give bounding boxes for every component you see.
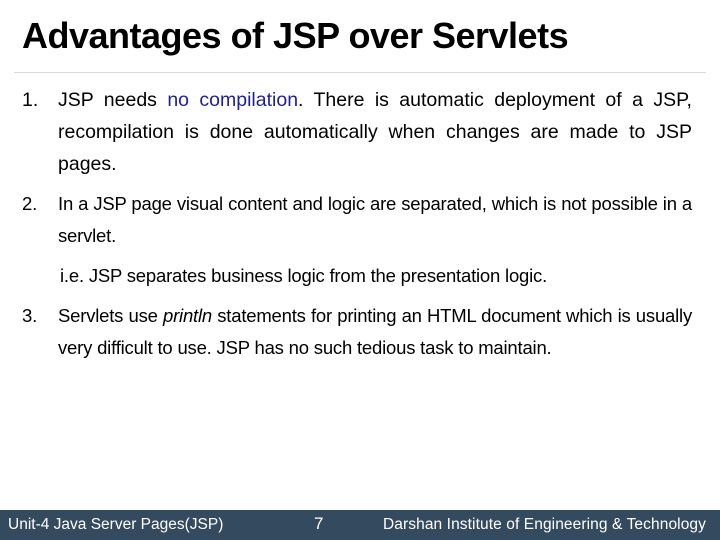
title-divider [14,72,706,73]
slide-content: 1. JSP needs no compilation. There is au… [22,84,692,372]
highlight-text: no compilation [167,89,299,111]
footer-unit-title: Unit-4 Java Server Pages(JSP) [8,516,224,533]
list-item-2: 2. In a JSP page visual content and logi… [22,188,692,252]
code-term: println [162,305,212,326]
item-text-before: JSP needs [58,89,168,111]
footer-institute: Darshan Institute of Engineering & Techn… [382,516,706,533]
list-item-3: 3. Servlets use println statements for p… [22,300,692,364]
list-item-1: 1. JSP needs no compilation. There is au… [22,84,692,180]
item-note: i.e. JSP separates business logic from t… [60,265,548,286]
page-number: 7 [314,514,324,533]
slide-title: Advantages of JSP over Servlets [22,15,569,56]
slide-footer: Unit-4 Java Server Pages(JSP) 7 Darshan … [0,510,720,540]
item-text: In a JSP page visual content and logic a… [58,193,692,246]
list-number: 1. [22,89,39,111]
list-number: 3. [22,305,38,326]
item-text-before: Servlets use [58,305,163,326]
list-number: 2. [22,193,38,214]
